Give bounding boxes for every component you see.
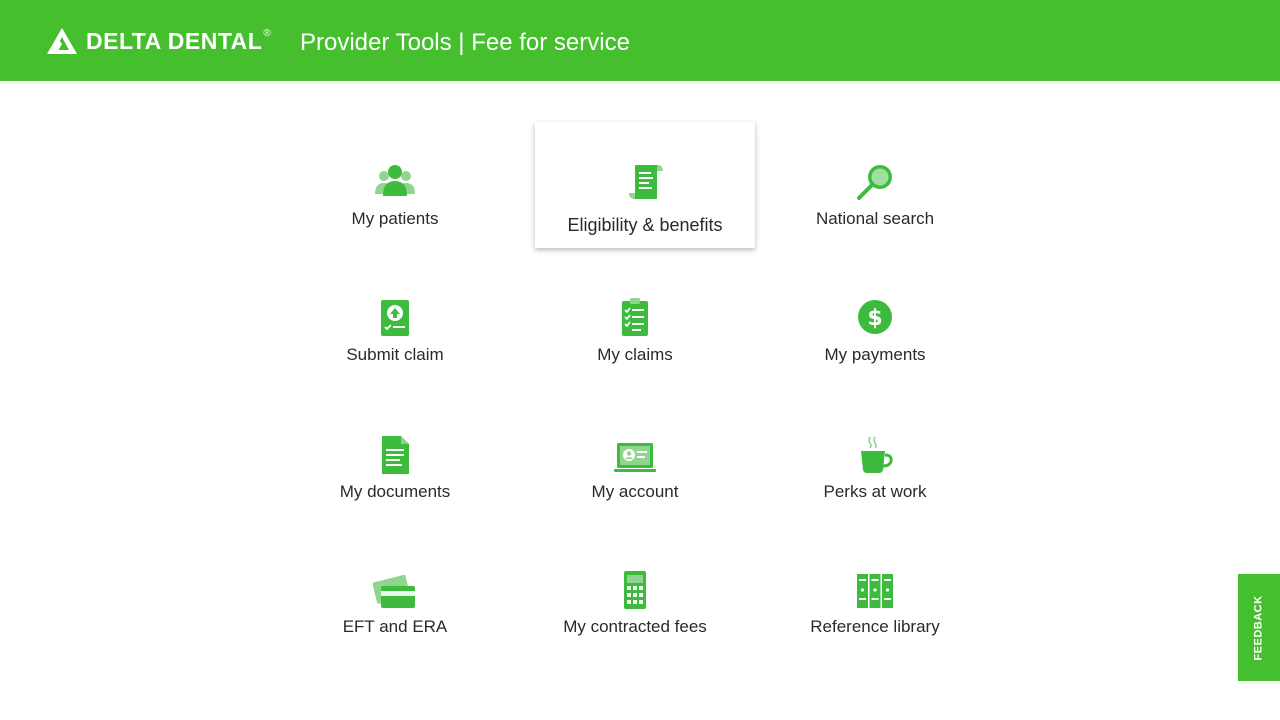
tile-my-claims[interactable]: My claims — [525, 256, 745, 382]
page-title: Provider Tools | Fee for service — [300, 29, 630, 56]
feedback-button[interactable]: FEEDBACK — [1238, 574, 1280, 681]
delta-logo-icon — [47, 28, 77, 54]
tile-label: Submit claim — [346, 345, 444, 364]
feedback-label: FEEDBACK — [1253, 594, 1265, 661]
tile-label: My documents — [339, 482, 451, 501]
tile-label: National search — [815, 209, 935, 228]
tile-label: My payments — [824, 345, 926, 364]
tile-eft-and-era[interactable]: EFT and ERA — [285, 528, 505, 654]
tile-my-payments[interactable]: $ My payments — [765, 256, 985, 382]
upload-claim-icon — [373, 296, 417, 340]
tile-my-patients[interactable]: My patients — [285, 120, 505, 246]
delta-dental-logo[interactable]: DELTA DENTAL ® — [46, 26, 271, 56]
tile-label: EFT and ERA — [342, 617, 448, 636]
header-bar: DELTA DENTAL ® Provider Tools | Fee for … — [0, 0, 1280, 81]
magnifier-icon — [853, 160, 897, 204]
calculator-icon — [613, 568, 657, 612]
tile-label: My contracted fees — [563, 617, 707, 636]
tile-label: Perks at work — [823, 482, 927, 501]
document-icon — [373, 433, 417, 477]
coffee-cup-icon — [853, 433, 897, 477]
laptop-account-icon — [613, 433, 657, 477]
clipboard-checklist-icon — [613, 296, 657, 340]
svg-text:$: $ — [867, 306, 882, 331]
tile-my-account[interactable]: My account — [525, 393, 745, 519]
tile-national-search[interactable]: National search — [765, 120, 985, 246]
dollar-coin-icon: $ — [853, 296, 897, 340]
tile-perks-at-work[interactable]: Perks at work — [765, 393, 985, 519]
credit-card-icon — [373, 568, 417, 612]
patients-icon — [373, 160, 417, 204]
tile-my-contracted-fees[interactable]: My contracted fees — [525, 528, 745, 654]
tile-label: Eligibility & benefits — [567, 215, 723, 235]
tile-eligibility-benefits[interactable]: Eligibility & benefits — [535, 122, 755, 248]
tile-label: My account — [591, 482, 679, 501]
binders-icon — [853, 568, 897, 612]
tile-reference-library[interactable]: Reference library — [765, 528, 985, 654]
tile-label: My claims — [597, 345, 673, 364]
tile-my-documents[interactable]: My documents — [285, 393, 505, 519]
brand-name: DELTA DENTAL — [86, 27, 263, 54]
tile-submit-claim[interactable]: Submit claim — [285, 256, 505, 382]
tile-label: My patients — [351, 209, 439, 228]
scroll-document-icon — [623, 162, 667, 206]
registered-mark: ® — [263, 27, 271, 39]
tile-label: Reference library — [810, 617, 940, 636]
